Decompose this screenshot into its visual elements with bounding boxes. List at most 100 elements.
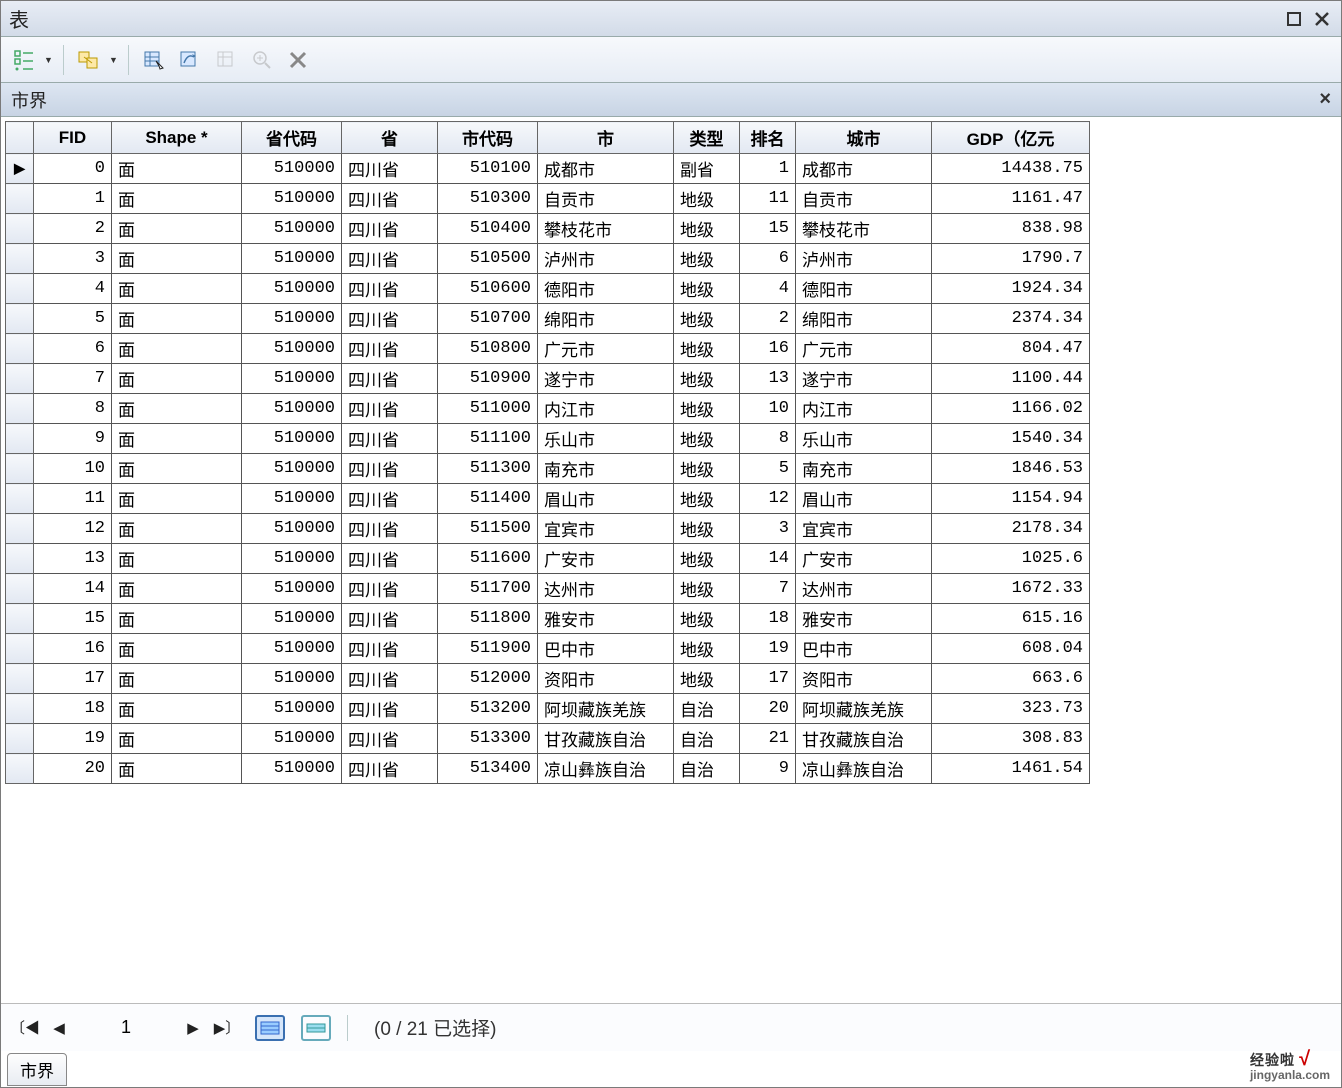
cell-pcode[interactable]: 510000 xyxy=(242,574,342,604)
cell-cname[interactable]: 自贡市 xyxy=(796,184,932,214)
table-row[interactable]: 1面510000四川省510300自贡市地级11自贡市1161.47 xyxy=(6,184,1090,214)
cell-ccode[interactable]: 510800 xyxy=(438,334,538,364)
row-selector[interactable] xyxy=(6,454,34,484)
close-button[interactable] xyxy=(1311,9,1333,29)
related-tables-button[interactable] xyxy=(72,43,106,77)
cell-ccode[interactable]: 513300 xyxy=(438,724,538,754)
cell-cname[interactable]: 甘孜藏族自治 xyxy=(796,724,932,754)
table-row[interactable]: 18面510000四川省513200阿坝藏族羌族自治20阿坝藏族羌族323.73 xyxy=(6,694,1090,724)
cell-ccode[interactable]: 510600 xyxy=(438,274,538,304)
table-row[interactable]: 7面510000四川省510900遂宁市地级13遂宁市1100.44 xyxy=(6,364,1090,394)
close-layer-button[interactable]: × xyxy=(1319,88,1331,111)
col-header-rank[interactable]: 排名 xyxy=(740,122,796,154)
cell-pcode[interactable]: 510000 xyxy=(242,184,342,214)
show-selected-records-button[interactable] xyxy=(301,1015,331,1041)
table-row[interactable]: 20面510000四川省513400凉山彝族自治自治9凉山彝族自治1461.54 xyxy=(6,754,1090,784)
cell-prov[interactable]: 四川省 xyxy=(342,214,438,244)
select-by-attributes-button[interactable] xyxy=(137,43,171,77)
cell-shape[interactable]: 面 xyxy=(112,274,242,304)
cell-ccode[interactable]: 510700 xyxy=(438,304,538,334)
cell-pcode[interactable]: 510000 xyxy=(242,694,342,724)
cell-prov[interactable]: 四川省 xyxy=(342,334,438,364)
cell-prov[interactable]: 四川省 xyxy=(342,274,438,304)
table-row[interactable]: 4面510000四川省510600德阳市地级4德阳市1924.34 xyxy=(6,274,1090,304)
cell-city[interactable]: 德阳市 xyxy=(538,274,674,304)
maximize-button[interactable] xyxy=(1283,9,1305,29)
cell-fid[interactable]: 13 xyxy=(34,544,112,574)
col-header-type[interactable]: 类型 xyxy=(674,122,740,154)
cell-ccode[interactable]: 511000 xyxy=(438,394,538,424)
cell-fid[interactable]: 4 xyxy=(34,274,112,304)
cell-type[interactable]: 地级 xyxy=(674,424,740,454)
cell-shape[interactable]: 面 xyxy=(112,364,242,394)
layer-tab[interactable]: 市界 xyxy=(7,1053,67,1086)
row-selector[interactable] xyxy=(6,184,34,214)
cell-pcode[interactable]: 510000 xyxy=(242,334,342,364)
row-selector[interactable] xyxy=(6,304,34,334)
cell-city[interactable]: 巴中市 xyxy=(538,634,674,664)
col-header-cname[interactable]: 城市 xyxy=(796,122,932,154)
row-selector[interactable] xyxy=(6,334,34,364)
cell-rank[interactable]: 7 xyxy=(740,574,796,604)
cell-type[interactable]: 地级 xyxy=(674,514,740,544)
col-header-ccode[interactable]: 市代码 xyxy=(438,122,538,154)
cell-rank[interactable]: 11 xyxy=(740,184,796,214)
cell-gdp[interactable]: 2178.34 xyxy=(932,514,1090,544)
cell-type[interactable]: 地级 xyxy=(674,334,740,364)
table-row[interactable]: 5面510000四川省510700绵阳市地级2绵阳市2374.34 xyxy=(6,304,1090,334)
cell-city[interactable]: 凉山彝族自治 xyxy=(538,754,674,784)
cell-fid[interactable]: 14 xyxy=(34,574,112,604)
col-header-pcode[interactable]: 省代码 xyxy=(242,122,342,154)
cell-shape[interactable]: 面 xyxy=(112,214,242,244)
cell-type[interactable]: 自治 xyxy=(674,724,740,754)
cell-gdp[interactable]: 1846.53 xyxy=(932,454,1090,484)
cell-type[interactable]: 地级 xyxy=(674,574,740,604)
cell-fid[interactable]: 10 xyxy=(34,454,112,484)
cell-shape[interactable]: 面 xyxy=(112,454,242,484)
cell-gdp[interactable]: 1154.94 xyxy=(932,484,1090,514)
table-row[interactable]: 2面510000四川省510400攀枝花市地级15攀枝花市838.98 xyxy=(6,214,1090,244)
cell-shape[interactable]: 面 xyxy=(112,304,242,334)
cell-rank[interactable]: 10 xyxy=(740,394,796,424)
cell-city[interactable]: 内江市 xyxy=(538,394,674,424)
cell-shape[interactable]: 面 xyxy=(112,244,242,274)
cell-cname[interactable]: 眉山市 xyxy=(796,484,932,514)
cell-type[interactable]: 地级 xyxy=(674,484,740,514)
cell-pcode[interactable]: 510000 xyxy=(242,304,342,334)
cell-fid[interactable]: 17 xyxy=(34,664,112,694)
cell-prov[interactable]: 四川省 xyxy=(342,454,438,484)
row-selector[interactable] xyxy=(6,664,34,694)
table-row[interactable]: 3面510000四川省510500泸州市地级6泸州市1790.7 xyxy=(6,244,1090,274)
cell-pcode[interactable]: 510000 xyxy=(242,604,342,634)
row-selector[interactable] xyxy=(6,364,34,394)
cell-city[interactable]: 甘孜藏族自治 xyxy=(538,724,674,754)
cell-city[interactable]: 南充市 xyxy=(538,454,674,484)
cell-gdp[interactable]: 615.16 xyxy=(932,604,1090,634)
cell-gdp[interactable]: 2374.34 xyxy=(932,304,1090,334)
cell-shape[interactable]: 面 xyxy=(112,724,242,754)
table-options-dropdown[interactable]: ▼ xyxy=(41,43,55,77)
cell-fid[interactable]: 2 xyxy=(34,214,112,244)
row-selector[interactable] xyxy=(6,484,34,514)
cell-gdp[interactable]: 308.83 xyxy=(932,724,1090,754)
cell-pcode[interactable]: 510000 xyxy=(242,664,342,694)
cell-rank[interactable]: 9 xyxy=(740,754,796,784)
cell-pcode[interactable]: 510000 xyxy=(242,754,342,784)
cell-rank[interactable]: 8 xyxy=(740,424,796,454)
delete-selection-button[interactable] xyxy=(281,43,315,77)
cell-city[interactable]: 自贡市 xyxy=(538,184,674,214)
cell-cname[interactable]: 巴中市 xyxy=(796,634,932,664)
cell-ccode[interactable]: 513400 xyxy=(438,754,538,784)
cell-prov[interactable]: 四川省 xyxy=(342,484,438,514)
clear-selection-button[interactable] xyxy=(209,43,243,77)
cell-rank[interactable]: 16 xyxy=(740,334,796,364)
cell-ccode[interactable]: 511800 xyxy=(438,604,538,634)
cell-city[interactable]: 宜宾市 xyxy=(538,514,674,544)
cell-shape[interactable]: 面 xyxy=(112,754,242,784)
cell-rank[interactable]: 5 xyxy=(740,454,796,484)
cell-city[interactable]: 达州市 xyxy=(538,574,674,604)
cell-cname[interactable]: 绵阳市 xyxy=(796,304,932,334)
table-row[interactable]: 6面510000四川省510800广元市地级16广元市804.47 xyxy=(6,334,1090,364)
cell-cname[interactable]: 遂宁市 xyxy=(796,364,932,394)
cell-prov[interactable]: 四川省 xyxy=(342,694,438,724)
